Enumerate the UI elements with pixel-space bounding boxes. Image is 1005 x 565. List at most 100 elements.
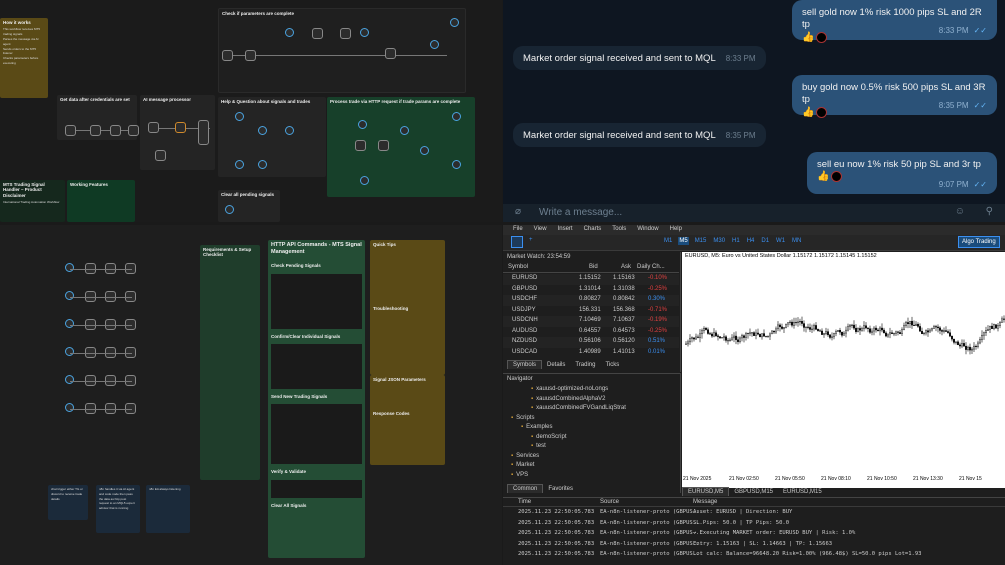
navigator-item[interactable]: ▪ VPS bbox=[511, 472, 528, 478]
navigator-item[interactable]: ▪ demoScript bbox=[531, 434, 567, 440]
navigator-item[interactable]: ▪ Market bbox=[511, 462, 534, 468]
timeframe-h4[interactable]: H4 bbox=[746, 237, 756, 245]
col-message[interactable]: Message bbox=[693, 499, 717, 505]
menu-item-help[interactable]: Help bbox=[670, 226, 682, 232]
message-outgoing[interactable]: sell gold now 1% risk 1000 pips SL and 2… bbox=[792, 0, 997, 43]
col-symbol[interactable]: Symbol bbox=[508, 264, 528, 270]
timeframe-mn[interactable]: MN bbox=[791, 237, 802, 245]
timeframe-m30[interactable]: M30 bbox=[712, 237, 726, 245]
market-watch-row[interactable]: USDCAD 1.40989 1.41013 0.01% bbox=[503, 348, 679, 359]
webhook-node[interactable] bbox=[430, 40, 439, 49]
trigger-node[interactable] bbox=[65, 125, 76, 136]
market-watch-row[interactable]: AUDUSD 0.64557 0.64573 -0.25% bbox=[503, 327, 679, 338]
cursor-icon[interactable]: + bbox=[529, 237, 533, 243]
webhook-node[interactable] bbox=[285, 126, 294, 135]
message-outgoing[interactable]: sell eu now 1% risk 50 pip SL and 3r tp … bbox=[807, 152, 997, 194]
menu-item-tools[interactable]: Tools bbox=[612, 226, 626, 232]
navigator-item[interactable]: ▪ Services bbox=[511, 453, 539, 459]
navigator-item[interactable]: ▪ xauusdCombinedAlphaV2 bbox=[531, 396, 606, 402]
timeframe-m5[interactable]: M5 bbox=[678, 237, 689, 245]
workflow-node[interactable] bbox=[385, 48, 396, 59]
market-watch-row[interactable]: USDCNH 7.10469 7.10637 -0.19% bbox=[503, 316, 679, 327]
workflow-node[interactable] bbox=[155, 150, 166, 161]
message-incoming[interactable]: Market order signal received and sent to… bbox=[513, 46, 766, 70]
workflow-node[interactable] bbox=[65, 319, 74, 328]
navigator-item[interactable]: ▪ Examples bbox=[521, 424, 552, 430]
workflow-node[interactable] bbox=[65, 403, 74, 412]
timeframe-w1[interactable]: W1 bbox=[775, 237, 786, 245]
journal-row[interactable]: 2025.11.23 22:50:05.783 EA-n8n-listener-p… bbox=[503, 530, 1005, 540]
tab-common[interactable]: Common bbox=[507, 484, 544, 493]
menu-item-charts[interactable]: Charts bbox=[584, 226, 602, 232]
message-outgoing[interactable]: buy gold now 0.5% risk 500 pips SL and 3… bbox=[792, 75, 997, 118]
microphone-icon[interactable]: ⚲ bbox=[986, 206, 993, 217]
workflow-node[interactable] bbox=[355, 140, 366, 151]
webhook-node[interactable] bbox=[285, 28, 294, 37]
price-chart[interactable]: EURUSD, M5: Euro vs United States Dollar… bbox=[682, 252, 1005, 488]
workflow-node[interactable] bbox=[65, 347, 74, 356]
webhook-node[interactable] bbox=[258, 126, 267, 135]
timeframe-d1[interactable]: D1 bbox=[760, 237, 770, 245]
workflow-node[interactable] bbox=[128, 125, 139, 136]
market-watch-row[interactable]: EURUSD 1.15152 1.15163 -0.10% bbox=[503, 274, 679, 285]
webhook-node[interactable] bbox=[420, 146, 429, 155]
col-ask[interactable]: Ask bbox=[621, 264, 631, 270]
webhook-node[interactable] bbox=[452, 112, 461, 121]
webhook-node[interactable] bbox=[225, 205, 234, 214]
message-incoming[interactable]: Market order signal received and sent to… bbox=[513, 123, 766, 147]
market-watch-row[interactable]: USDCHF 0.80827 0.80842 0.30% bbox=[503, 295, 679, 306]
webhook-node[interactable] bbox=[360, 28, 369, 37]
workflow-node[interactable] bbox=[378, 140, 389, 151]
workflow-node[interactable] bbox=[222, 50, 233, 61]
menu-item-window[interactable]: Window bbox=[637, 226, 658, 232]
emoji-icon[interactable]: ☺ bbox=[955, 206, 965, 217]
menu-item-file[interactable]: File bbox=[513, 226, 523, 232]
switch-node[interactable] bbox=[198, 120, 209, 145]
journal-row[interactable]: 2025.11.23 22:50:05.783 EA-n8n-listener-p… bbox=[503, 520, 1005, 530]
tab-favorites[interactable]: Favorites bbox=[543, 485, 578, 493]
workflow-node[interactable] bbox=[312, 28, 323, 39]
col-time[interactable]: Time bbox=[518, 499, 531, 505]
tab-trading[interactable]: Trading bbox=[570, 361, 600, 369]
webhook-node[interactable] bbox=[360, 176, 369, 185]
ai-agent-node[interactable] bbox=[175, 122, 186, 133]
algo-trading-button[interactable]: Algo Trading bbox=[958, 236, 1000, 248]
workflow-node[interactable] bbox=[65, 291, 74, 300]
col-daily-change[interactable]: Daily Ch... bbox=[637, 264, 665, 270]
col-bid[interactable]: Bid bbox=[589, 264, 598, 270]
navigator-item[interactable]: ▪ Scripts bbox=[511, 415, 534, 421]
workflow-node[interactable] bbox=[65, 263, 74, 272]
message-input[interactable]: ⌀ Write a message... ☺ ⚲ bbox=[503, 204, 1005, 222]
webhook-node[interactable] bbox=[452, 160, 461, 169]
workflow-node[interactable] bbox=[110, 125, 121, 136]
chart-tab[interactable]: GBPUSD,M15 bbox=[729, 488, 778, 496]
journal-row[interactable]: 2025.11.23 22:50:05.783 EA-n8n-listener-p… bbox=[503, 551, 1005, 561]
workflow-node[interactable] bbox=[90, 125, 101, 136]
journal-row[interactable]: 2025.11.23 22:50:05.783 EA-n8n-listener-p… bbox=[503, 541, 1005, 551]
timeframe-h1[interactable]: H1 bbox=[731, 237, 741, 245]
navigator-item[interactable]: ▪ test bbox=[531, 443, 546, 449]
market-watch-row[interactable]: USDJPY 156.331 156.368 -0.71% bbox=[503, 306, 679, 317]
webhook-node[interactable] bbox=[400, 126, 409, 135]
workflow-node[interactable] bbox=[245, 50, 256, 61]
journal-row[interactable]: 2025.11.23 22:50:05.783 EA-n8n-listener-p… bbox=[503, 509, 1005, 519]
webhook-node[interactable] bbox=[450, 18, 459, 27]
webhook-node[interactable] bbox=[358, 120, 367, 129]
timeframe-m1[interactable]: M1 bbox=[663, 237, 673, 245]
market-watch-row[interactable]: NZDUSD 0.56106 0.56120 0.51% bbox=[503, 337, 679, 348]
workflow-node[interactable] bbox=[65, 375, 74, 384]
chart-tab[interactable]: EURUSD,M15 bbox=[778, 488, 827, 496]
tab-details[interactable]: Details bbox=[542, 361, 570, 369]
workflow-node[interactable] bbox=[148, 122, 159, 133]
timeframe-m15[interactable]: M15 bbox=[694, 237, 708, 245]
webhook-node[interactable] bbox=[258, 160, 267, 169]
tab-symbols[interactable]: Symbols bbox=[507, 360, 543, 369]
market-watch-row[interactable]: GBPUSD 1.31014 1.31038 -0.25% bbox=[503, 285, 679, 296]
chart-tab[interactable]: EURUSD,M5 bbox=[682, 487, 730, 496]
webhook-node[interactable] bbox=[235, 160, 244, 169]
col-source[interactable]: Source bbox=[600, 499, 619, 505]
menu-item-view[interactable]: View bbox=[534, 226, 547, 232]
crosshair-icon[interactable] bbox=[511, 236, 523, 248]
workflow-node[interactable] bbox=[340, 28, 351, 39]
navigator-item[interactable]: ▪ xauusdCombinedFVGandLiqStrat bbox=[531, 405, 626, 411]
